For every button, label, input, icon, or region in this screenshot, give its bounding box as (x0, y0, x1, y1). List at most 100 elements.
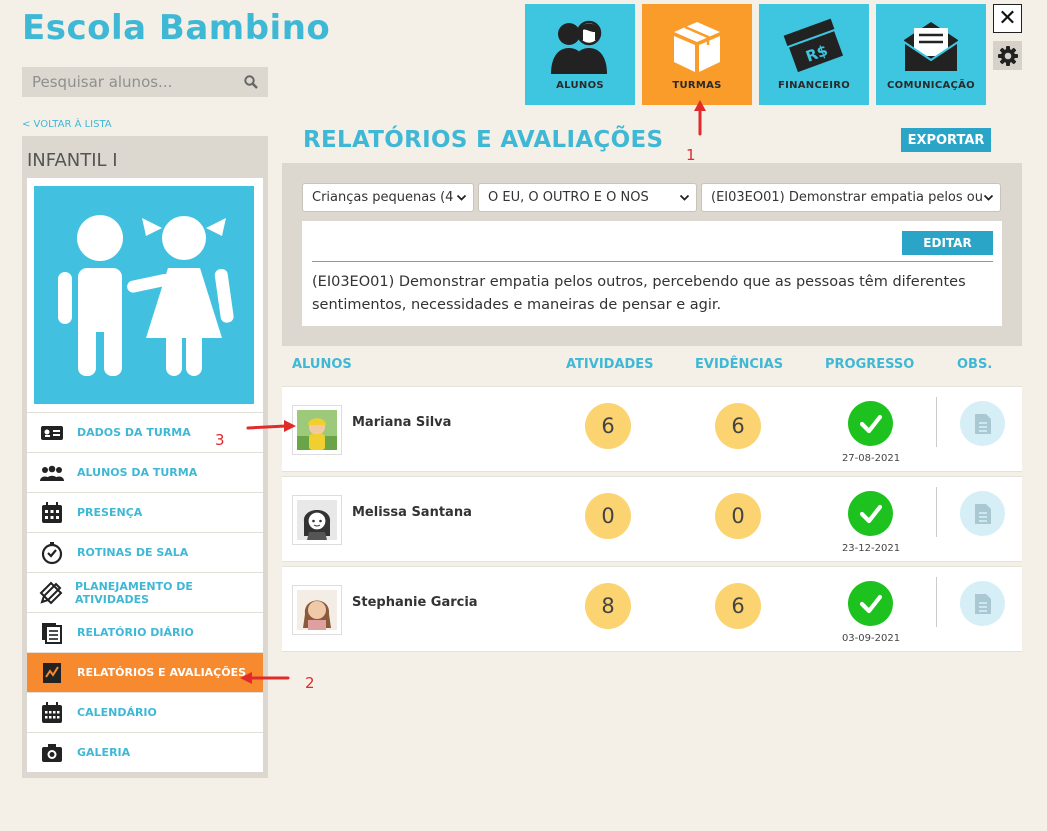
evidences-count-badge[interactable]: 6 (715, 403, 761, 449)
chevron-down-icon (679, 194, 690, 201)
student-name[interactable]: Mariana Silva (352, 415, 451, 430)
student-photo[interactable] (292, 405, 342, 455)
chevron-down-icon (983, 194, 994, 201)
activities-count-badge[interactable]: 6 (585, 403, 631, 449)
nav-tile-label: COMUNICAÇÃO (887, 80, 975, 91)
student-photo-image (297, 410, 337, 450)
evidences-count-badge[interactable]: 0 (715, 493, 761, 539)
activities-count-badge[interactable]: 0 (585, 493, 631, 539)
select-value: Crianças pequenas (4 (312, 190, 454, 205)
column-header-obs: OBS. (957, 357, 993, 372)
envelope-icon (903, 22, 959, 73)
divider (936, 577, 937, 627)
student-photo-image (297, 500, 337, 540)
close-button[interactable]: ✕ (993, 4, 1022, 33)
class-name: INFANTIL I (27, 150, 118, 171)
activities-count-badge[interactable]: 8 (585, 583, 631, 629)
sidebar-item-dados-da-turma[interactable]: DADOS DA TURMA (27, 412, 263, 452)
sidebar-item-planejamento-de-atividades[interactable]: PLANEJAMENTO DE ATIVIDADES (27, 572, 263, 612)
sidebar-item-galeria[interactable]: GALERIA (27, 732, 263, 772)
document-icon (974, 413, 991, 434)
sidebar-menu: DADOS DA TURMA ALUNOS DA TURMA PRESENÇA … (27, 412, 263, 772)
obs-button[interactable] (960, 581, 1005, 626)
divider (936, 397, 937, 447)
class-avatar (27, 178, 263, 412)
export-button[interactable]: EXPORTAR (901, 128, 991, 152)
student-name[interactable]: Melissa Santana (352, 505, 472, 520)
progress-status[interactable] (848, 581, 893, 626)
calendar-icon (42, 701, 62, 723)
annotation-arrow-up (694, 100, 706, 136)
edit-button[interactable]: EDITAR (902, 231, 993, 255)
search-input[interactable] (32, 73, 244, 91)
select-value: (EI03EO01) Demonstrar empatia pelos ou (711, 190, 983, 205)
progress-status[interactable] (848, 491, 893, 536)
objective-select[interactable]: (EI03EO01) Demonstrar empatia pelos ou (701, 183, 1001, 212)
column-header-activities: ATIVIDADES (566, 357, 654, 372)
nav-tile-label: FINANCEIRO (777, 80, 851, 91)
table-row[interactable]: Melissa Santana 0 0 23-12-2021 (282, 476, 1022, 562)
report-chart-icon (43, 662, 61, 683)
sidebar-item-relatorios-e-avaliacoes[interactable]: RELATÓRIOS E AVALIAÇÕES (27, 652, 263, 692)
sidebar-item-label: DADOS DA TURMA (77, 426, 191, 439)
nav-tile-comunicacao[interactable]: COMUNICAÇÃO (876, 4, 986, 105)
sidebar-item-presenca[interactable]: PRESENÇA (27, 492, 263, 532)
progress-date: 27-08-2021 (841, 453, 901, 464)
nav-tile-financeiro[interactable]: R$ FINANCEIRO (759, 4, 869, 105)
sidebar-item-label: CALENDÁRIO (77, 706, 157, 719)
sidebar-item-label: RELATÓRIO DIÁRIO (77, 626, 194, 639)
table-row[interactable]: Stephanie Garcia 8 6 03-09-2021 (282, 566, 1022, 652)
column-header-progress: PROGRESSO (825, 357, 915, 372)
age-group-select[interactable]: Crianças pequenas (4 (302, 183, 474, 212)
annotation-arrow-right (246, 420, 296, 432)
annotation-number: 2 (305, 674, 315, 692)
students-icon (551, 20, 607, 74)
sidebar-item-relatorio-diario[interactable]: RELATÓRIO DIÁRIO (27, 612, 263, 652)
group-icon (40, 465, 64, 481)
sidebar-item-label: ROTINAS DE SALA (77, 546, 189, 559)
annotation-arrow-left (240, 672, 290, 684)
progress-date: 03-09-2021 (841, 633, 901, 644)
student-photo-image (297, 590, 337, 630)
sidebar-item-alunos-da-turma[interactable]: ALUNOS DA TURMA (27, 452, 263, 492)
student-photo[interactable] (292, 585, 342, 635)
sidebar-item-label: PRESENÇA (77, 506, 143, 519)
progress-status[interactable] (848, 401, 893, 446)
nav-tile-turmas[interactable]: TURMAS (642, 4, 752, 105)
sidebar-item-label: PLANEJAMENTO DE ATIVIDADES (75, 579, 193, 606)
nav-tile-alunos[interactable]: ALUNOS (525, 4, 635, 105)
settings-button[interactable] (993, 41, 1022, 70)
money-icon: R$ (783, 18, 845, 74)
select-value: O EU, O OUTRO E O NÓS (488, 190, 649, 205)
id-card-icon (41, 425, 63, 440)
divider (936, 487, 937, 537)
filter-panel: Crianças pequenas (4 O EU, O OUTRO E O N… (282, 163, 1022, 346)
sidebar-item-label: RELATÓRIOS E AVALIAÇÕES (77, 666, 247, 679)
student-photo[interactable] (292, 495, 342, 545)
table-row[interactable]: Mariana Silva 6 6 27-08-2021 (282, 386, 1022, 472)
search-icon[interactable] (244, 75, 258, 89)
back-to-list-link[interactable]: < VOLTAR À LISTA (22, 119, 112, 130)
chevron-down-icon (456, 194, 467, 201)
camera-icon (42, 743, 62, 762)
app-logo-title[interactable]: Escola Bambino (22, 8, 330, 48)
top-navigation: ALUNOS TURMAS R$ FINANCEIRO COMUNICAÇÃO (525, 4, 986, 105)
page-title: RELATÓRIOS E AVALIAÇÕES (303, 127, 664, 153)
sidebar-item-calendario[interactable]: CALENDÁRIO (27, 692, 263, 732)
field-select[interactable]: O EU, O OUTRO E O NÓS (478, 183, 697, 212)
gear-icon (997, 45, 1018, 66)
checkmark-icon (859, 504, 882, 523)
column-header-students: ALUNOS (292, 357, 352, 372)
obs-button[interactable] (960, 491, 1005, 536)
obs-button[interactable] (960, 401, 1005, 446)
search-box[interactable] (22, 67, 268, 97)
nav-tile-label: TURMAS (672, 80, 722, 91)
nav-tile-label: ALUNOS (556, 80, 604, 91)
objective-description: (EI03EO01) Demonstrar empatia pelos outr… (312, 274, 966, 313)
student-name[interactable]: Stephanie Garcia (352, 595, 478, 610)
evidences-count-badge[interactable]: 6 (715, 583, 761, 629)
checkmark-icon (859, 414, 882, 433)
sidebar-item-rotinas-de-sala[interactable]: ROTINAS DE SALA (27, 532, 263, 572)
timer-icon (41, 541, 63, 564)
document-icon (974, 593, 991, 614)
